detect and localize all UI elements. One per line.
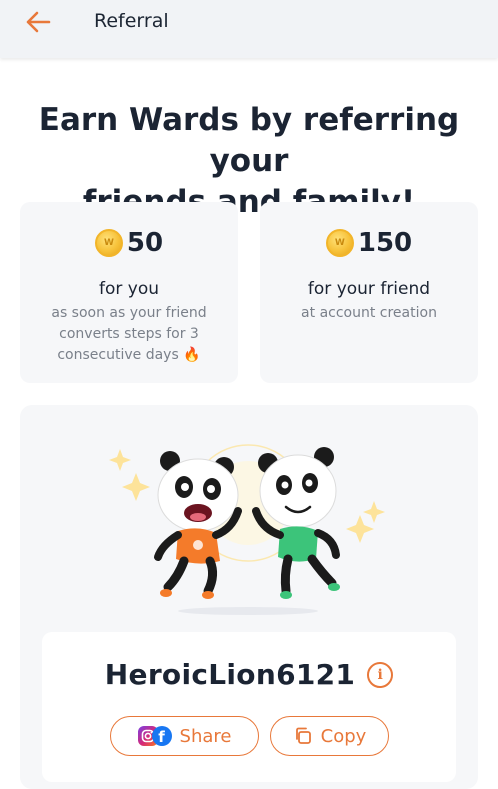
fire-icon: 🔥 (183, 347, 201, 363)
referral-code: HeroicLion6121 (104, 658, 356, 691)
share-icons: f (137, 726, 172, 746)
copy-label: Copy (320, 725, 367, 747)
reward-description-line-3: consecutive days 🔥 (34, 345, 224, 366)
reward-description-you: as soon as your friend converts steps fo… (34, 303, 224, 366)
reward-amount-you: 50 (126, 228, 164, 258)
share-label: Share (179, 725, 232, 747)
reward-amount-row: W 50 (20, 228, 238, 258)
info-icon[interactable]: i (367, 661, 394, 688)
referral-panel: HeroicLion6121 i f Share Copy (20, 405, 478, 789)
ward-coin-icon: W (94, 229, 123, 257)
arrow-left-icon (26, 11, 51, 33)
reward-description-friend: at account creation (301, 305, 437, 321)
reward-card-you: W 50 for you as soon as your friend conv… (20, 202, 238, 383)
app-header: Referral (0, 0, 498, 58)
reward-amount-friend: 150 (357, 228, 413, 258)
reward-card-friend: W 150 for your friend at account creatio… (260, 202, 478, 383)
share-button[interactable]: f Share (110, 716, 259, 756)
copy-button[interactable]: Copy (270, 716, 389, 756)
copy-icon (295, 727, 311, 744)
back-button[interactable] (22, 9, 54, 35)
referral-code-row: HeroicLion6121 i (42, 658, 456, 691)
headline-line-1: Earn Wards by referring your (38, 102, 460, 179)
page-title: Referral (94, 10, 169, 32)
reward-description-line-1: as soon as your friend (51, 305, 207, 321)
reward-title-friend: for your friend (307, 279, 431, 299)
reward-description-line-2: converts steps for 3 (59, 326, 199, 342)
reward-description-line-3-text: consecutive days (57, 347, 179, 363)
reward-amount-row: W 150 (260, 228, 478, 258)
referral-code-card: HeroicLion6121 i f Share Copy (42, 632, 456, 782)
reward-title-you: for you (98, 279, 159, 299)
pandas-high-five-illustration (109, 444, 385, 615)
ward-coin-icon: W (325, 229, 354, 257)
facebook-icon: f (151, 726, 172, 746)
